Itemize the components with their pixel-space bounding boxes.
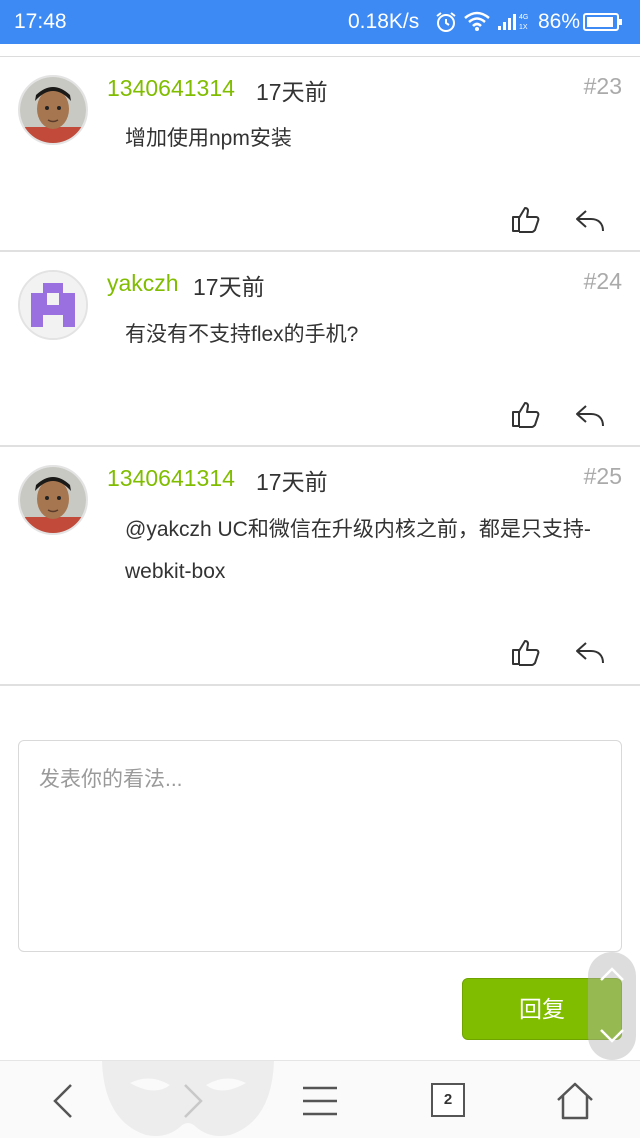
comment-item: yakczh 17天前 #24 有没有不支持flex的手机?: [0, 252, 640, 447]
reply-icon[interactable]: [574, 402, 606, 430]
reply-icon[interactable]: [574, 639, 606, 667]
tabs-count-button[interactable]: 2: [431, 1083, 465, 1117]
comment-content: 有没有不支持flex的手机?: [125, 323, 359, 346]
comment-author[interactable]: 1340641314: [107, 465, 235, 492]
forward-icon[interactable]: [172, 1081, 212, 1121]
comment-time: 17天前: [256, 469, 328, 495]
battery-icon: [583, 13, 622, 31]
divider: [0, 684, 640, 686]
comment-floor[interactable]: #24: [584, 268, 622, 295]
comment-time: 17天前: [256, 79, 328, 105]
alarm-icon: [436, 12, 456, 32]
signal-icon: 4G 1X: [498, 14, 528, 31]
battery-percentage: 86%: [538, 10, 581, 33]
back-icon[interactable]: [44, 1081, 84, 1121]
avatar[interactable]: [18, 465, 88, 535]
home-icon[interactable]: [555, 1081, 595, 1121]
thumbs-up-icon[interactable]: [510, 204, 542, 234]
comment-author[interactable]: 1340641314: [107, 75, 235, 102]
chevron-down-icon[interactable]: [598, 1026, 626, 1046]
reply-icon[interactable]: [574, 207, 606, 235]
boy-avatar-icon: [20, 77, 86, 143]
thumbs-up-icon[interactable]: [510, 637, 542, 667]
scroll-widget[interactable]: [588, 952, 636, 1060]
identicon-avatar-icon: [20, 272, 86, 338]
thumbs-up-icon[interactable]: [510, 399, 542, 429]
bottom-nav-bar: 2: [0, 1060, 640, 1138]
boy-avatar-icon: [20, 467, 86, 533]
comment-content: @yakczh UC和微信在升级内核之前，都是只支持-webkit-box: [125, 518, 591, 583]
comment-content: 增加使用npm安装: [125, 127, 292, 150]
avatar[interactable]: [18, 75, 88, 145]
svg-text:4G: 4G: [519, 14, 528, 21]
status-bar: 17:48 0.18K/s 4G 1X 86%: [0, 0, 640, 44]
reply-textarea[interactable]: [18, 740, 622, 952]
comment-item: 1340641314 17天前 #23 增加使用npm安装: [0, 57, 640, 252]
wifi-icon: [464, 11, 490, 31]
chevron-up-icon[interactable]: [598, 964, 626, 984]
network-speed: 0.18K/s: [348, 10, 420, 33]
svg-text:1X: 1X: [519, 24, 528, 31]
menu-icon[interactable]: [300, 1081, 340, 1121]
comment-floor[interactable]: #23: [584, 73, 622, 100]
comment-floor[interactable]: #25: [584, 463, 622, 490]
comment-time: 17天前: [193, 274, 265, 300]
avatar[interactable]: [18, 270, 88, 340]
status-time: 17:48: [14, 10, 67, 33]
comment-item: 1340641314 17天前 #25 @yakczh UC和微信在升级内核之前…: [0, 447, 640, 687]
comment-author[interactable]: yakczh: [107, 270, 179, 297]
